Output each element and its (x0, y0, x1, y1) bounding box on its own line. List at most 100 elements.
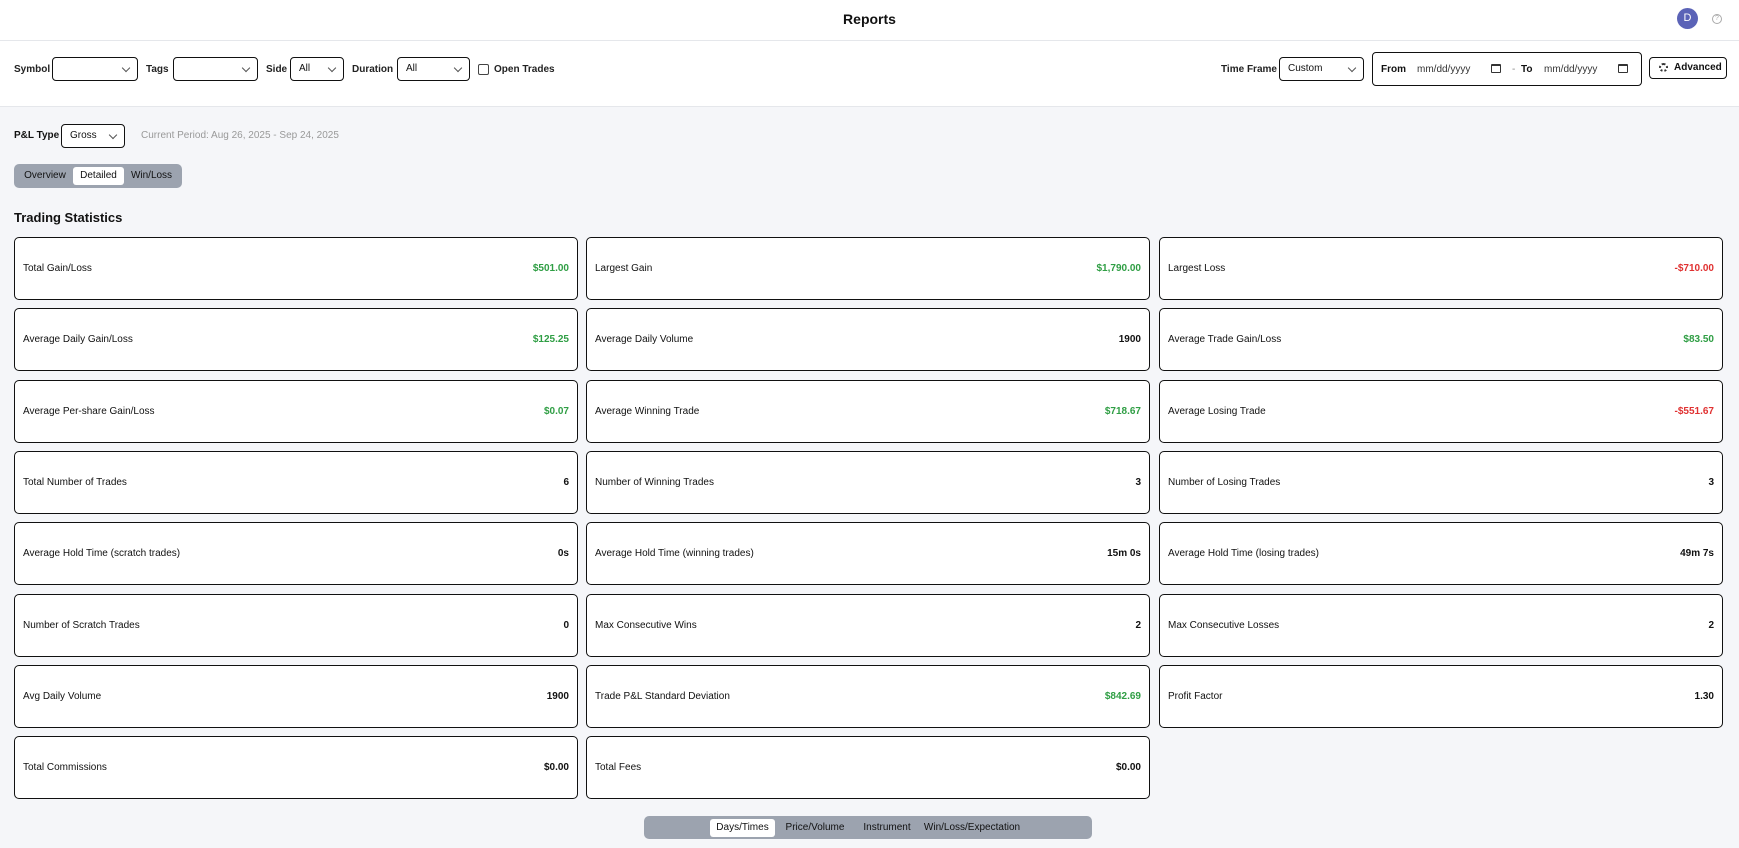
chevron-down-icon (121, 63, 131, 73)
stat-value: $83.50 (1683, 334, 1714, 345)
stat-value: 3 (1135, 477, 1141, 488)
stat-label: Average Hold Time (scratch trades) (23, 548, 181, 559)
app-header: Reports D ? (0, 0, 1739, 41)
stat-card: Average Hold Time (scratch trades) 0s (14, 522, 578, 585)
side-label: Side (266, 64, 288, 75)
report-category-tabs: Days/Times Price/Volume Instrument Win/L… (644, 816, 1092, 839)
stat-value: 15m 0s (1107, 548, 1141, 559)
side-select[interactable]: All (290, 57, 344, 81)
stat-value: 1900 (1118, 334, 1141, 345)
stat-card: Total Number of Trades 6 (14, 451, 578, 514)
open-trades-checkbox[interactable] (478, 64, 489, 75)
pnl-type-select[interactable]: Gross (61, 124, 125, 148)
help-icon[interactable]: ? (1712, 14, 1722, 24)
symbol-select[interactable] (52, 57, 138, 81)
pnl-type-label: P&L Type (14, 130, 60, 141)
stat-value: $842.69 (1104, 691, 1141, 702)
stat-card: Number of Scratch Trades 0 (14, 594, 578, 657)
stat-label: Average Daily Volume (595, 334, 694, 345)
chevron-down-icon (453, 63, 463, 73)
symbol-label: Symbol (14, 64, 51, 75)
stat-card: Number of Losing Trades 3 (1159, 451, 1723, 514)
advanced-button[interactable]: Advanced (1649, 57, 1727, 79)
stat-card: Average Hold Time (winning trades) 15m 0s (586, 522, 1150, 585)
stat-value: 2 (1135, 620, 1141, 631)
stat-value: 0s (557, 548, 569, 559)
gear-icon (1659, 63, 1668, 72)
stat-label: Max Consecutive Wins (595, 620, 697, 631)
duration-label: Duration (352, 64, 394, 75)
stat-label: Total Gain/Loss (23, 263, 92, 274)
stat-card: Max Consecutive Wins 2 (586, 594, 1150, 657)
stat-value: $0.00 (1115, 762, 1141, 773)
tab-days-times[interactable]: Days/Times (710, 819, 775, 837)
tab-overview[interactable]: Overview (17, 167, 73, 185)
stat-card: Average Per-share Gain/Loss $0.07 (14, 380, 578, 443)
stat-label: Largest Gain (595, 263, 653, 274)
stat-label: Average Hold Time (winning trades) (595, 548, 754, 559)
tab-win-loss[interactable]: Win/Loss (124, 167, 179, 185)
stat-card: Total Gain/Loss $501.00 (14, 237, 578, 300)
stat-label: Total Commissions (23, 762, 107, 773)
stat-value: -$551.67 (1674, 406, 1714, 417)
chevron-down-icon (1347, 63, 1357, 73)
stat-label: Largest Loss (1168, 263, 1226, 274)
chevron-down-icon (327, 63, 337, 73)
stat-label: Total Fees (595, 762, 642, 773)
advanced-button-label: Advanced (1674, 62, 1722, 73)
stat-value: $1,790.00 (1096, 263, 1142, 274)
stat-card: Total Fees $0.00 (586, 736, 1150, 799)
stat-value: 0 (563, 620, 569, 631)
timeframe-label: Time Frame (1221, 64, 1277, 75)
open-trades-label[interactable]: Open Trades (494, 64, 555, 75)
stat-label: Number of Scratch Trades (23, 620, 140, 631)
tab-detailed[interactable]: Detailed (73, 167, 124, 185)
pnl-type-select-value: Gross (70, 130, 97, 141)
chevron-down-icon (241, 63, 251, 73)
stat-value: $718.67 (1104, 406, 1141, 417)
duration-select[interactable]: All (397, 57, 470, 81)
stat-card: Profit Factor 1.30 (1159, 665, 1723, 728)
current-period: Current Period: Aug 26, 2025 - Sep 24, 2… (141, 130, 339, 141)
calendar-icon[interactable] (1618, 64, 1628, 73)
stat-value: 6 (563, 477, 569, 488)
stat-card: Total Commissions $0.00 (14, 736, 578, 799)
stat-label: Profit Factor (1168, 691, 1223, 702)
stat-card: Avg Daily Volume 1900 (14, 665, 578, 728)
filter-bar: Symbol Tags Side All Duration All Open T… (0, 41, 1739, 107)
tab-instrument[interactable]: Instrument (854, 819, 920, 837)
stat-value: 49m 7s (1680, 548, 1714, 559)
view-tabs: Overview Detailed Win/Loss (14, 164, 182, 188)
to-label: To (1521, 64, 1533, 75)
page-title: Reports (843, 11, 896, 27)
stat-value: $501.00 (532, 263, 569, 274)
calendar-icon[interactable] (1491, 64, 1501, 73)
stat-label: Average Per-share Gain/Loss (23, 406, 155, 417)
range-separator: - (1512, 64, 1516, 75)
stat-value: 1.30 (1694, 691, 1714, 702)
stat-label: Total Number of Trades (23, 477, 127, 488)
stat-value: $0.00 (543, 762, 569, 773)
stat-value: $0.07 (543, 406, 569, 417)
section-title: Trading Statistics (14, 210, 123, 225)
stat-card: Average Daily Volume 1900 (586, 308, 1150, 371)
timeframe-select-value: Custom (1288, 63, 1323, 74)
stat-label: Number of Winning Trades (595, 477, 714, 488)
side-select-value: All (299, 63, 311, 74)
stat-card: Max Consecutive Losses 2 (1159, 594, 1723, 657)
tags-label: Tags (146, 64, 169, 75)
from-label: From (1381, 64, 1406, 75)
tab-price-volume[interactable]: Price/Volume (780, 819, 850, 837)
user-avatar[interactable]: D (1677, 8, 1698, 29)
timeframe-select[interactable]: Custom (1279, 57, 1364, 81)
stat-label: Max Consecutive Losses (1168, 620, 1280, 631)
stat-card: Average Winning Trade $718.67 (586, 380, 1150, 443)
stat-label: Average Daily Gain/Loss (23, 334, 133, 345)
stat-value: 1900 (546, 691, 569, 702)
stat-label: Average Trade Gain/Loss (1168, 334, 1282, 345)
tab-win-loss-expectation[interactable]: Win/Loss/Expectation (920, 819, 1024, 837)
duration-select-value: All (406, 63, 418, 74)
tags-select[interactable] (173, 57, 258, 81)
to-date-input[interactable]: mm/dd/yyyy (1544, 64, 1597, 75)
from-date-input[interactable]: mm/dd/yyyy (1417, 64, 1470, 75)
